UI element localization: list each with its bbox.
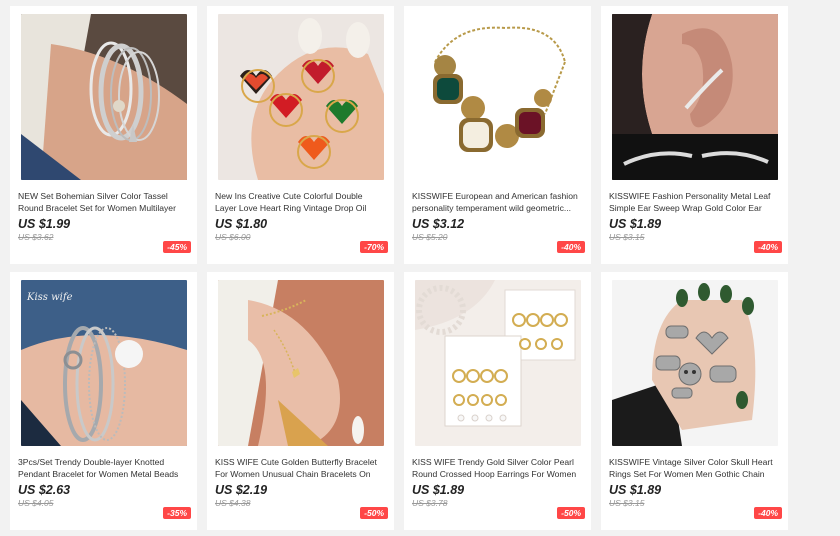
discount-badge: -40% bbox=[754, 241, 782, 253]
product-price: US $1.89 bbox=[609, 483, 662, 497]
watermark-text: Kiss wife bbox=[26, 292, 73, 303]
discount-badge: -50% bbox=[360, 507, 388, 519]
discount-badge: -40% bbox=[557, 241, 585, 253]
product-price: US $2.63 bbox=[18, 483, 71, 497]
bracelet-image[interactable] bbox=[20, 14, 187, 180]
product-card[interactable]: KISSWIFE Fashion Personality Metal Leaf … bbox=[601, 6, 788, 264]
earrings-card-image[interactable] bbox=[414, 280, 581, 446]
product-title[interactable]: KISSWIFE Vintage Silver Color Skull Hear… bbox=[607, 456, 782, 480]
discount-badge: -35% bbox=[163, 507, 191, 519]
product-title[interactable]: KISSWIFE Fashion Personality Metal Leaf … bbox=[607, 190, 782, 214]
product-card[interactable]: NEW Set Bohemian Silver Color Tassel Rou… bbox=[10, 6, 197, 264]
product-card[interactable]: KISSWIFE European and American fashion p… bbox=[404, 6, 591, 264]
ear-climber-image[interactable] bbox=[611, 14, 778, 180]
product-price: US $1.99 bbox=[18, 217, 71, 231]
discount-badge: -50% bbox=[557, 507, 585, 519]
discount-badge: -70% bbox=[360, 241, 388, 253]
product-card[interactable]: Kiss wife 3Pcs/Set Trendy Double-layer K… bbox=[10, 272, 197, 530]
discount-badge: -40% bbox=[754, 507, 782, 519]
skull-rings-image[interactable] bbox=[611, 280, 778, 446]
hand-chain-image[interactable] bbox=[217, 280, 384, 446]
product-title[interactable]: NEW Set Bohemian Silver Color Tassel Rou… bbox=[16, 190, 191, 214]
necklace-image[interactable] bbox=[414, 14, 581, 180]
product-card[interactable]: KISSWIFE Vintage Silver Color Skull Hear… bbox=[601, 272, 788, 530]
product-card[interactable]: KISS WIFE Cute Golden Butterfly Bracelet… bbox=[207, 272, 394, 530]
product-grid: NEW Set Bohemian Silver Color Tassel Rou… bbox=[10, 6, 788, 530]
product-price: US $3.12 bbox=[412, 217, 465, 231]
product-price: US $1.80 bbox=[215, 217, 268, 231]
product-title[interactable]: KISSWIFE European and American fashion p… bbox=[410, 190, 585, 214]
knotted-bracelet-image[interactable]: Kiss wife bbox=[20, 280, 187, 446]
product-price: US $1.89 bbox=[412, 483, 465, 497]
heart-rings-image[interactable] bbox=[217, 14, 384, 180]
product-title[interactable]: 3Pcs/Set Trendy Double-layer Knotted Pen… bbox=[16, 456, 191, 480]
product-title[interactable]: New Ins Creative Cute Colorful Double La… bbox=[213, 190, 388, 214]
product-price: US $2.19 bbox=[215, 483, 268, 497]
product-price: US $1.89 bbox=[609, 217, 662, 231]
discount-badge: -45% bbox=[163, 241, 191, 253]
product-card[interactable]: New Ins Creative Cute Colorful Double La… bbox=[207, 6, 394, 264]
product-card[interactable]: KISS WIFE Trendy Gold Silver Color Pearl… bbox=[404, 272, 591, 530]
product-title[interactable]: KISS WIFE Cute Golden Butterfly Bracelet… bbox=[213, 456, 388, 480]
product-title[interactable]: KISS WIFE Trendy Gold Silver Color Pearl… bbox=[410, 456, 585, 480]
